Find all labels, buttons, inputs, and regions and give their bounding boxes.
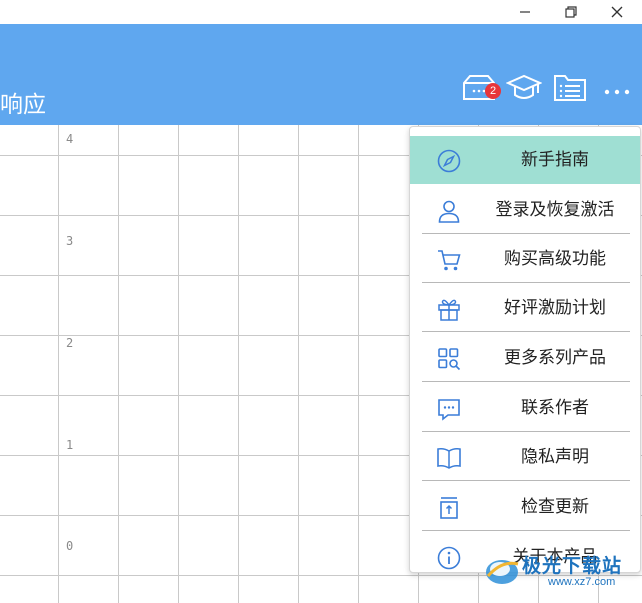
menu-divider: [422, 431, 630, 432]
update-icon: [440, 497, 458, 519]
grid-line: [58, 125, 59, 603]
menu-item-check-update[interactable]: 检查更新: [410, 483, 640, 531]
grid-line: [238, 125, 239, 603]
graduation-cap-icon: [505, 74, 543, 99]
apps-search-icon: [438, 348, 461, 371]
menu-item-label: 检查更新: [521, 497, 589, 517]
more-icon: [604, 89, 630, 95]
menu-item-label: 联系作者: [521, 398, 589, 418]
menu-divider: [422, 480, 630, 481]
menu-item-label: 更多系列产品: [504, 348, 606, 368]
info-icon: [437, 546, 461, 570]
help-menu: 新手指南 登录及恢复激活 购买高级功能 好评激励计划 更多系列产品 联系作者 隐…: [409, 126, 641, 573]
menu-divider: [422, 282, 630, 283]
menu-item-label: 好评激励计划: [504, 298, 606, 318]
watermark-text: 极光下载站: [522, 555, 623, 577]
menu-item-privacy[interactable]: 隐私声明: [410, 433, 640, 481]
menu-item-label: 购买高级功能: [504, 249, 606, 269]
user-icon: [438, 200, 460, 223]
grid-line: [358, 125, 359, 603]
gift-icon: [438, 299, 460, 321]
menu-item-label: 登录及恢复激活: [495, 200, 615, 220]
page-title: 响应: [0, 92, 46, 118]
menu-item-label: 隐私声明: [521, 447, 589, 467]
close-icon: [611, 6, 623, 18]
y-axis-label: 1: [66, 438, 74, 452]
menu-divider: [422, 530, 630, 531]
more-button[interactable]: [603, 81, 631, 100]
chat-icon: [438, 399, 460, 421]
notification-badge: 2: [485, 83, 501, 99]
window-titlebar: [0, 0, 642, 24]
menu-item-contact-author[interactable]: 联系作者: [410, 384, 640, 432]
y-axis-label: 0: [66, 539, 74, 553]
restore-icon: [565, 6, 577, 18]
cart-icon: [438, 250, 461, 271]
menu-divider: [422, 331, 630, 332]
menu-divider: [422, 233, 630, 234]
grid-line: [118, 125, 119, 603]
y-axis-label: 4: [66, 132, 74, 146]
menu-item-review-reward[interactable]: 好评激励计划: [410, 284, 640, 332]
minimize-button[interactable]: [502, 0, 548, 24]
menu-item-more-products[interactable]: 更多系列产品: [410, 334, 640, 382]
grid-line: [178, 125, 179, 603]
watermark-logo-icon: [486, 560, 519, 584]
menu-item-guide[interactable]: 新手指南: [410, 136, 640, 184]
y-axis-label: 2: [66, 336, 74, 350]
folder-list-icon: [554, 75, 586, 101]
folder-button[interactable]: [553, 72, 587, 106]
minimize-icon: [520, 11, 530, 13]
restore-button[interactable]: [548, 0, 594, 24]
course-button[interactable]: [505, 72, 543, 106]
grid-line: [298, 125, 299, 603]
menu-item-login[interactable]: 登录及恢复激活: [410, 186, 640, 234]
menu-divider: [422, 381, 630, 382]
watermark-url: www.xz7.com: [548, 576, 616, 588]
book-icon: [437, 447, 461, 469]
menu-item-purchase[interactable]: 购买高级功能: [410, 235, 640, 283]
close-button[interactable]: [594, 0, 640, 24]
y-axis-label: 3: [66, 234, 74, 248]
app-header: 响应 2: [0, 24, 642, 125]
compass-icon: [437, 149, 461, 173]
menu-item-label: 新手指南: [521, 150, 589, 170]
